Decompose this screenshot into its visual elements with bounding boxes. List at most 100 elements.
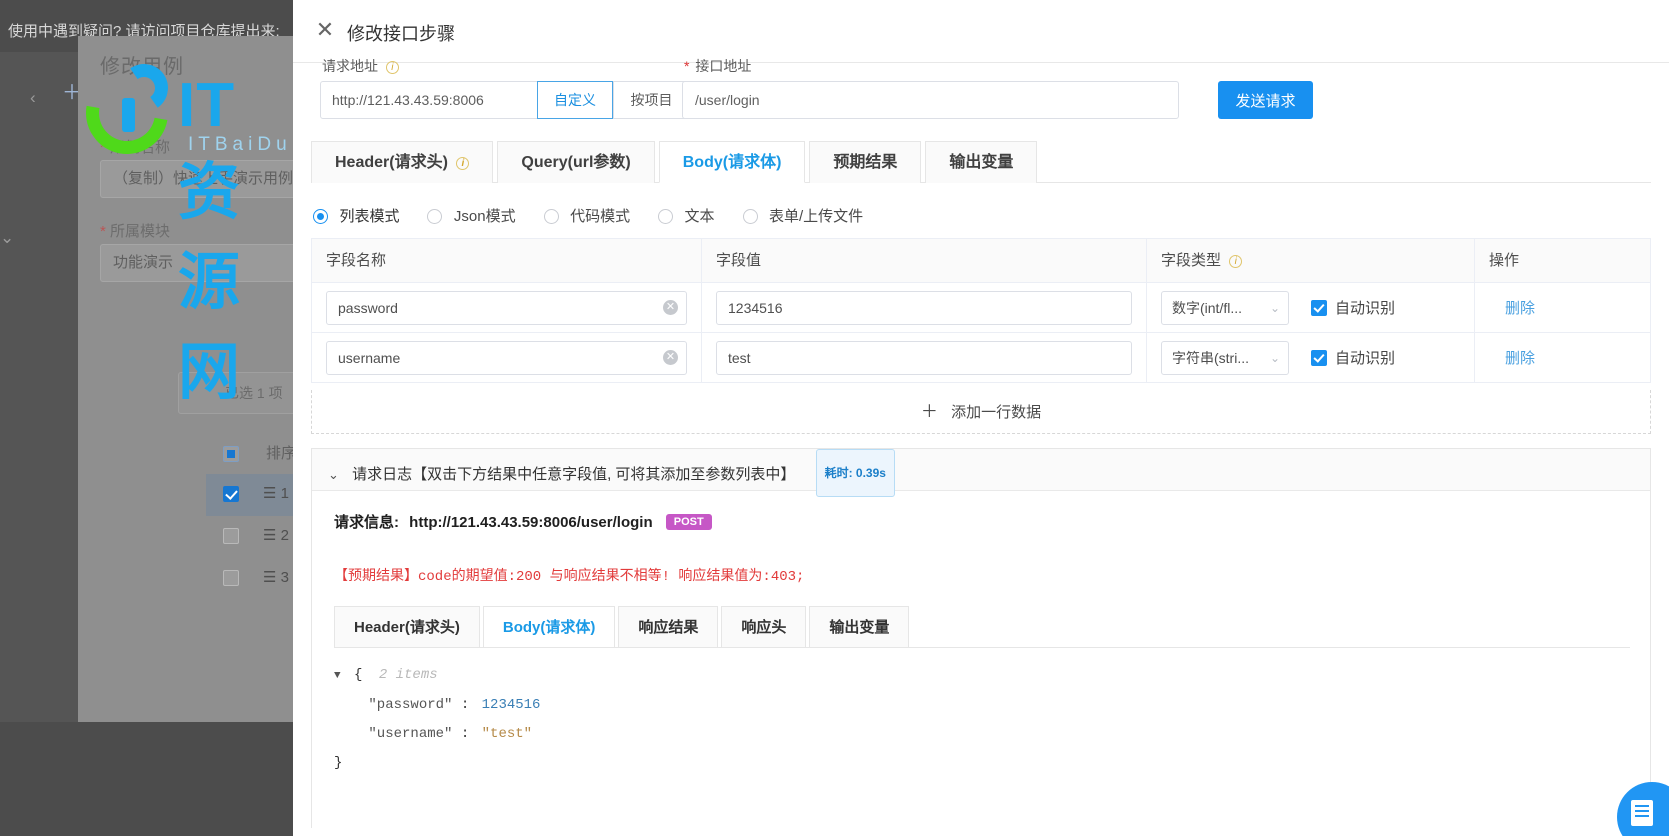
cell-field-name: ✕ bbox=[312, 282, 702, 333]
request-url-label: 请求地址 i bbox=[322, 56, 399, 76]
auto-detect-checkbox-2[interactable] bbox=[1311, 349, 1327, 366]
modal-header: ✕ 修改接口步骤 bbox=[293, 0, 1669, 63]
tab-expected-result[interactable]: 预期结果 bbox=[809, 141, 922, 183]
param-row-2: ✕ 字符串(stri... ⌄ 自动识别 删除 bbox=[312, 332, 1650, 383]
json-viewer: ▼ { 2 items "password" : 1234516 "userna… bbox=[334, 661, 540, 778]
document-icon bbox=[1631, 800, 1653, 826]
field-name-input[interactable] bbox=[326, 290, 687, 325]
field-type-info-icon[interactable]: i bbox=[1229, 255, 1243, 268]
radio-code-mode[interactable]: 代码模式 bbox=[543, 205, 630, 226]
tab-header[interactable]: Header(请求头) i bbox=[311, 141, 494, 183]
json-root-line[interactable]: ▼ { 2 items bbox=[334, 661, 540, 691]
field-name-input-2[interactable] bbox=[326, 340, 687, 375]
add-row-label: 添加一行数据 bbox=[951, 404, 1042, 421]
json-open-brace: { bbox=[354, 667, 363, 683]
radio-form-upload-mode[interactable]: 表单/上传文件 bbox=[742, 205, 863, 226]
request-log-title: 请求日志【双击下方结果中任意字段值, 可将其添加至参数列表中】 bbox=[352, 466, 796, 483]
response-tab-body[interactable]: Body(请求体) bbox=[482, 606, 616, 648]
json-close-brace: } bbox=[334, 755, 343, 771]
background-row-checkbox bbox=[223, 486, 239, 502]
body-mode-radio-group: 列表模式 Json模式 代码模式 文本 表单/上传文件 bbox=[313, 205, 891, 229]
response-tab-header[interactable]: Header(请求头) bbox=[334, 606, 480, 648]
response-tab-result[interactable]: 响应结果 bbox=[618, 606, 719, 648]
collapse-arrow-icon[interactable]: ▼ bbox=[334, 670, 341, 682]
plus-icon: ＋ bbox=[920, 402, 938, 421]
tab-query[interactable]: Query(url参数) bbox=[497, 141, 655, 183]
radio-text-mode[interactable]: 文本 bbox=[658, 205, 715, 226]
json-entry-password[interactable]: "password" : 1234516 bbox=[334, 691, 540, 720]
add-row-button[interactable]: ＋ 添加一行数据 bbox=[311, 390, 1651, 434]
response-tab-output-vars[interactable]: 输出变量 bbox=[809, 606, 910, 648]
auto-detect-label: 自动识别 bbox=[1335, 300, 1396, 317]
tab-body[interactable]: Body(请求体) bbox=[658, 141, 806, 183]
header-info-icon[interactable]: i bbox=[456, 157, 470, 170]
chevron-down-icon-select: ⌄ bbox=[1269, 300, 1280, 315]
field-name-input-wrap-2: ✕ bbox=[326, 340, 687, 375]
response-tab-headers[interactable]: 响应头 bbox=[721, 606, 807, 648]
col-field-value: 字段值 bbox=[702, 239, 1147, 282]
request-info: 请求信息: http://121.43.43.59:8006/user/logi… bbox=[334, 511, 712, 532]
request-log-header[interactable]: ⌄ 请求日志【双击下方结果中任意字段值, 可将其添加至参数列表中】 耗时: 0.… bbox=[312, 449, 1650, 497]
field-type-select[interactable]: 数字(int/fl... ⌄ bbox=[1161, 290, 1289, 325]
json-sep: : bbox=[460, 697, 470, 713]
chevron-left-icon: ‹ bbox=[30, 88, 36, 107]
response-tabs: Header(请求头) Body(请求体) 响应结果 响应头 输出变量 bbox=[334, 606, 912, 648]
request-url-input[interactable] bbox=[321, 82, 537, 118]
background-col-order: 排序 bbox=[266, 445, 297, 462]
required-star-api: * bbox=[684, 58, 690, 74]
delete-row-link[interactable]: 删除 bbox=[1505, 297, 1535, 318]
request-info-label: 请求信息: bbox=[334, 514, 399, 531]
close-icon[interactable]: ✕ bbox=[313, 19, 337, 43]
response-tabs-underline bbox=[334, 647, 1630, 648]
json-close-line: } bbox=[334, 749, 540, 778]
radio-circle-icon bbox=[313, 209, 328, 224]
chevron-down-icon: ⌄ bbox=[0, 228, 15, 247]
param-row: ✕ 数字(int/fl... ⌄ 自动识别 删 bbox=[312, 282, 1650, 333]
col-actions: 操作 bbox=[1489, 252, 1520, 269]
background-row-checkbox-2 bbox=[223, 528, 239, 544]
radio-list-mode[interactable]: 列表模式 bbox=[313, 205, 399, 226]
main-tabs: Header(请求头) i Query(url参数) Body(请求体) 预期结… bbox=[311, 141, 1651, 183]
background-select-all-checkbox bbox=[223, 446, 239, 462]
request-log-panel: ⌄ 请求日志【双击下方结果中任意字段值, 可将其添加至参数列表中】 耗时: 0.… bbox=[311, 448, 1651, 828]
api-path-input[interactable] bbox=[682, 81, 1179, 119]
field-value-input-wrap bbox=[716, 290, 1132, 325]
request-info-url: http://121.43.43.59:8006/user/login bbox=[409, 514, 653, 531]
delete-row-link-2[interactable]: 删除 bbox=[1505, 347, 1535, 368]
tab-output-variable[interactable]: 输出变量 bbox=[925, 141, 1038, 183]
field-value-input-2[interactable] bbox=[716, 340, 1132, 375]
auto-detect-checkbox[interactable] bbox=[1311, 299, 1327, 316]
drag-handle-icon-2: ☰ 2 bbox=[263, 527, 289, 544]
field-type-select-2[interactable]: 字符串(stri... ⌄ bbox=[1161, 340, 1289, 375]
radio-circle-icon-2 bbox=[427, 209, 443, 224]
radio-circle-icon-3 bbox=[543, 209, 559, 224]
url-mode-project-button[interactable]: 按项目 bbox=[613, 82, 689, 118]
radio-json-mode[interactable]: Json模式 bbox=[427, 205, 516, 226]
info-icon[interactable]: i bbox=[385, 61, 399, 74]
json-value-password: 1234516 bbox=[481, 697, 541, 713]
drag-handle-icon-3: ☰ 3 bbox=[263, 569, 289, 586]
elapsed-badge: 耗时: 0.39s bbox=[815, 449, 895, 497]
param-table-header: 字段名称 字段值 字段类型 i 操作 bbox=[312, 239, 1650, 283]
json-key-username: "username" bbox=[368, 726, 453, 742]
request-url-group: 自定义 按项目 bbox=[320, 81, 690, 119]
clear-icon-2[interactable]: ✕ bbox=[663, 349, 678, 365]
clear-icon[interactable]: ✕ bbox=[663, 299, 678, 315]
cell-field-type: 数字(int/fl... ⌄ 自动识别 bbox=[1147, 282, 1475, 333]
radio-circle-icon-5 bbox=[742, 209, 758, 224]
screen-root: 使用中遇到疑问? 请访问项目仓库提出来: ＋ ‹ ⌄ 修改用例 * 用例名称 （… bbox=[0, 0, 1669, 836]
send-request-button[interactable]: 发送请求 bbox=[1218, 81, 1313, 119]
auto-detect-label-2: 自动识别 bbox=[1335, 350, 1396, 367]
cell-field-value-2 bbox=[702, 332, 1147, 383]
json-items-note: 2 items bbox=[378, 667, 438, 683]
url-mode-custom-button[interactable]: 自定义 bbox=[537, 81, 613, 119]
edit-api-step-modal: ✕ 修改接口步骤 请求地址 i 自定义 按项目 * 接口地址 发送请求 Head… bbox=[293, 0, 1669, 836]
required-star: * bbox=[100, 139, 106, 156]
json-entry-username[interactable]: "username" : "test" bbox=[334, 720, 540, 749]
required-star-2: * bbox=[100, 223, 106, 240]
chevron-down-icon-log[interactable]: ⌄ bbox=[328, 467, 339, 482]
chevron-down-icon-select-2: ⌄ bbox=[1269, 350, 1280, 365]
field-value-input[interactable] bbox=[716, 290, 1132, 325]
drag-handle-icon: ☰ 1 bbox=[263, 485, 289, 502]
cell-field-value bbox=[702, 282, 1147, 333]
